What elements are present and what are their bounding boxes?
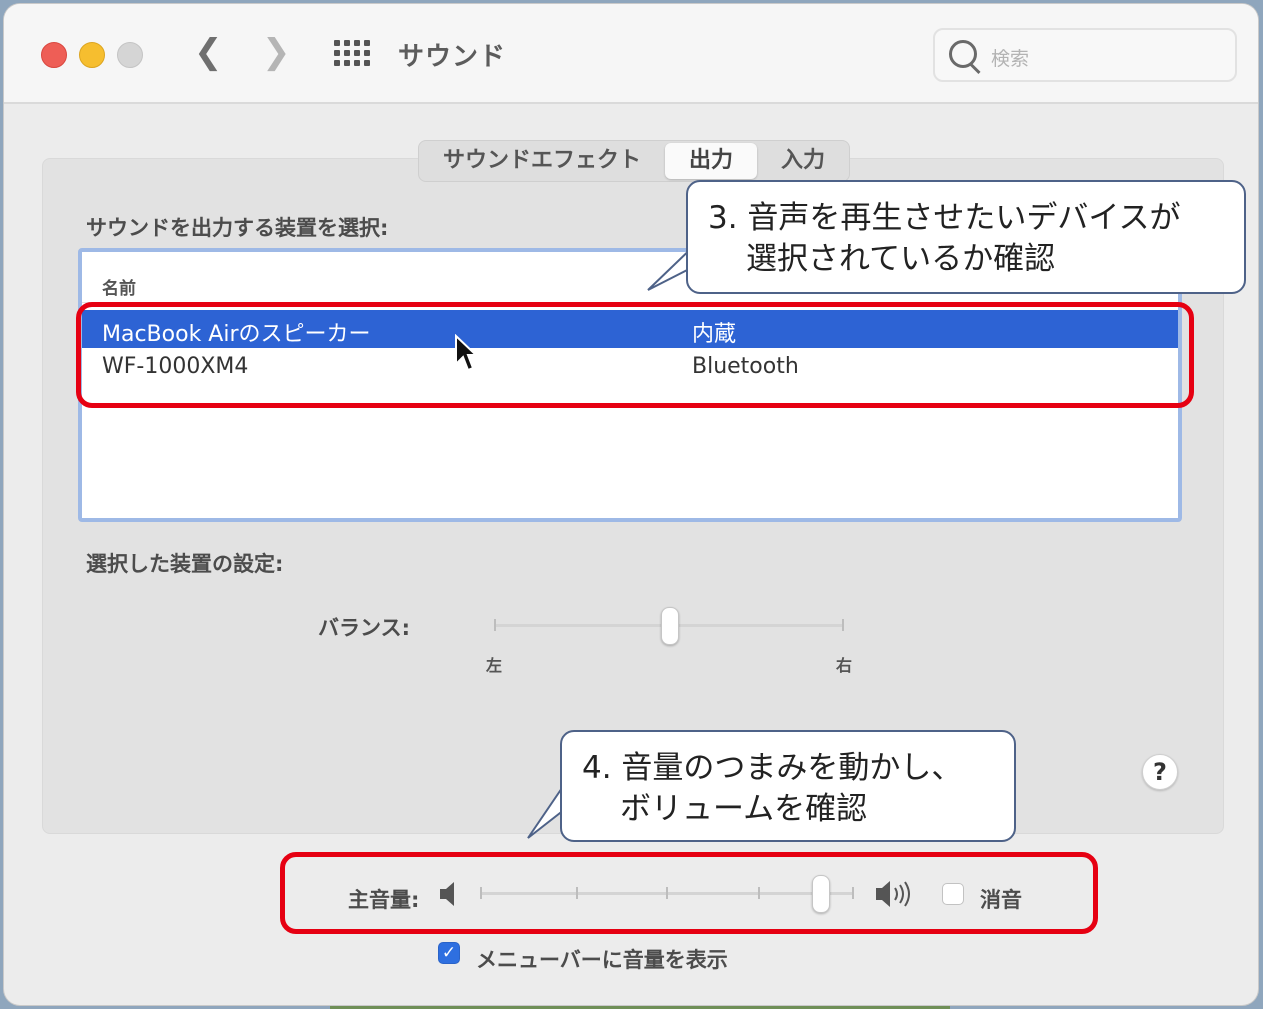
search-icon-handle [969,63,981,75]
callout-4: 4. 音量のつまみを動かし、 ボリュームを確認 [560,730,1016,842]
tab-input[interactable]: 入力 [757,141,849,181]
show-all-grid-icon[interactable] [334,40,370,70]
search-placeholder: 検索 [991,48,1030,70]
balance-left-label: 左 [486,656,503,675]
balance-tick [842,619,844,631]
tab-sound-effects[interactable]: サウンドエフェクト [419,141,665,181]
volume-highlight-box [280,852,1098,934]
window-title: サウンド [398,42,507,72]
callout-3-line1: 3. 音声を再生させたいデバイスが [708,200,1181,236]
title-bar: ❮ ❯ サウンド 検索 [4,4,1258,104]
search-field[interactable]: 検索 [933,28,1237,82]
minimize-button[interactable] [79,42,105,68]
tab-output[interactable]: 出力 [665,143,758,179]
callout-3: 3. 音声を再生させたいデバイスが 選択されているか確認 [686,180,1246,294]
balance-slider-knob[interactable] [661,607,679,645]
system-preferences-window: ❮ ❯ サウンド 検索 サウンドエフェクト 出力 入力 サウンドを出力する装置を… [4,4,1258,1005]
select-device-label: サウンドを出力する装置を選択: [86,216,389,240]
balance-label: バランス: [318,616,410,640]
back-chevron-icon[interactable]: ❮ [194,32,223,72]
show-in-menubar-label: メニューバーに音量を表示 [476,948,728,972]
show-in-menubar-checkbox[interactable]: ✓ [438,942,460,964]
balance-right-label: 右 [836,656,853,675]
callout-4-line2: ボリュームを確認 [620,791,868,827]
callout-4-line1: 4. 音量のつまみを動かし、 [582,750,963,786]
forward-chevron-icon[interactable]: ❯ [262,32,291,72]
device-highlight-box [76,302,1194,408]
zoom-button[interactable] [117,42,143,68]
callout-3-line2: 選択されているか確認 [746,241,1056,277]
balance-tick [494,619,496,631]
column-name-header[interactable]: 名前 [102,274,136,299]
close-button[interactable] [41,42,67,68]
help-button[interactable]: ? [1142,754,1178,790]
tab-bar: サウンドエフェクト 出力 入力 [418,140,851,182]
device-settings-label: 選択した装置の設定: [86,552,284,576]
